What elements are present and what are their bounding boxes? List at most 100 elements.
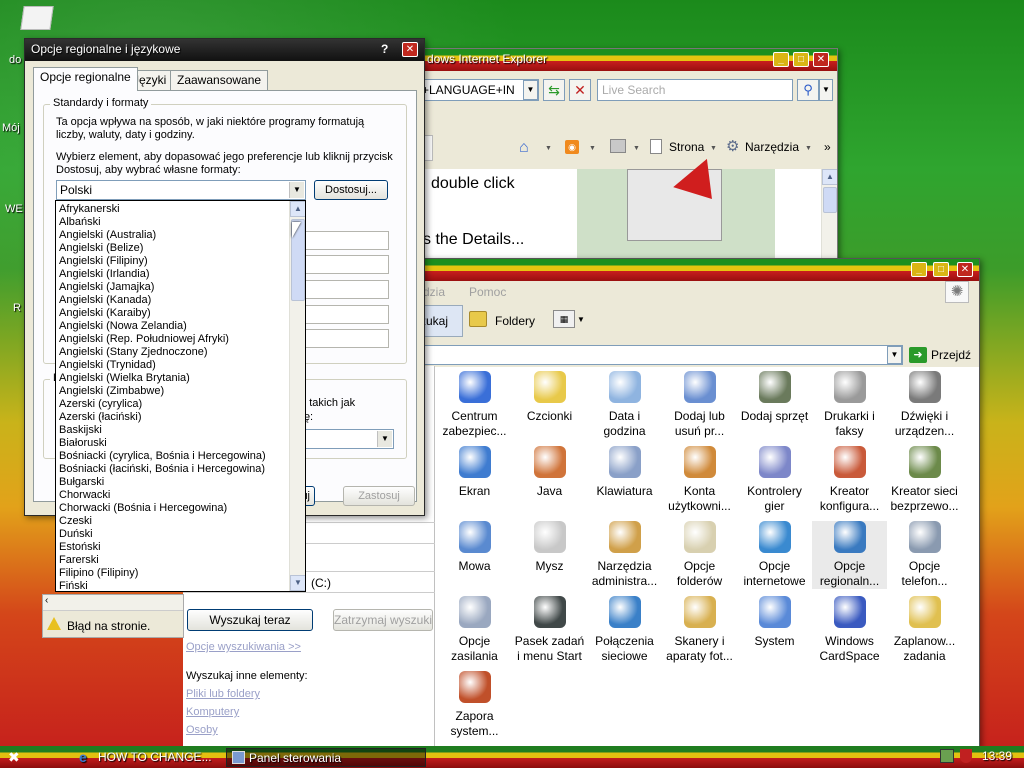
locale-option[interactable]: Angielski (Nowa Zelandia) xyxy=(56,320,290,333)
locale-option[interactable]: Angielski (Filipiny) xyxy=(56,255,290,268)
search-options-link[interactable]: Opcje wyszukiwania >> xyxy=(186,641,301,653)
tools-dropdown-icon[interactable]: ▼ xyxy=(805,145,812,152)
scroll-thumb[interactable] xyxy=(823,187,837,213)
search-button[interactable]: ⚲ xyxy=(797,79,819,101)
cp-item[interactable]: Klawiatura xyxy=(587,446,662,499)
locale-option[interactable]: Angielski (Zimbabwe) xyxy=(56,385,290,398)
locale-option[interactable]: Angielski (Karaiby) xyxy=(56,307,290,320)
help-button[interactable]: ? xyxy=(381,42,388,56)
refresh-button[interactable]: ⇆ xyxy=(543,79,565,101)
locale-option[interactable]: Azerski (cyrylica) xyxy=(56,398,290,411)
home-icon[interactable]: ⌂ xyxy=(519,139,529,157)
locale-option[interactable]: Angielski (Kanada) xyxy=(56,294,290,307)
cp-item[interactable]: Opcje folderów xyxy=(662,521,737,589)
cp-item[interactable]: Opcje internetowe xyxy=(737,521,812,589)
cp-item[interactable]: Zaplanow... zadania xyxy=(887,596,962,664)
cp-item[interactable]: Kreator sieci bezprzewo... xyxy=(887,446,962,514)
locale-option[interactable]: Farerski xyxy=(56,554,290,567)
cp-item[interactable]: Dodaj lub usuń pr... xyxy=(662,371,737,439)
start-button[interactable]: ✖ xyxy=(0,746,40,768)
locale-option[interactable]: Białoruski xyxy=(56,437,290,450)
cp-item[interactable]: Mowa xyxy=(437,521,512,574)
cp-address-bar[interactable] xyxy=(409,345,903,365)
page-menu-button[interactable]: Strona xyxy=(669,140,704,154)
locale-option[interactable]: Chorwacki (Bośnia i Hercegowina) xyxy=(56,502,290,515)
cp-minimize-button[interactable]: _ xyxy=(911,262,927,277)
search-options-dropdown[interactable]: ▼ xyxy=(819,79,833,101)
tray-network-icon[interactable] xyxy=(940,749,954,763)
apply-button[interactable]: Zastosuj xyxy=(343,486,415,506)
locale-option[interactable]: Angielski (Stany Zjednoczone) xyxy=(56,346,290,359)
customize-button[interactable]: Dostosuj... xyxy=(314,180,388,200)
cp-item[interactable]: Opcje zasilania xyxy=(437,596,512,664)
minimize-button[interactable]: _ xyxy=(773,52,789,67)
scroll-left-arrow[interactable]: ‹ xyxy=(45,595,48,606)
locale-option[interactable]: Estoński xyxy=(56,541,290,554)
cp-item[interactable]: Ekran xyxy=(437,446,512,499)
cp-item[interactable]: Zapora system... xyxy=(437,671,512,739)
tab-advanced[interactable]: Zaawansowane xyxy=(170,70,269,90)
cp-maximize-button[interactable]: □ xyxy=(933,262,949,277)
locale-option[interactable]: Filipino (Filipiny) xyxy=(56,567,290,580)
locale-option[interactable]: Angielski (Jamajka) xyxy=(56,281,290,294)
people-link[interactable]: Osoby xyxy=(186,724,218,736)
location-chevron-down-icon[interactable]: ▼ xyxy=(377,431,392,447)
cp-item[interactable]: Pasek zadań i menu Start xyxy=(512,596,587,664)
locale-option[interactable]: Bośniacki (łaciński, Bośnia i Hercegowin… xyxy=(56,463,290,476)
close-button[interactable]: ✕ xyxy=(813,52,829,67)
dialog-title-bar[interactable]: Opcje regionalne i językowe ? ✕ xyxy=(25,39,424,61)
locale-option[interactable]: Chorwacki xyxy=(56,489,290,502)
live-search-input[interactable]: Live Search xyxy=(597,79,793,101)
go-button[interactable]: Przejdź xyxy=(931,348,971,362)
cp-item[interactable]: Skanery i aparaty fot... xyxy=(662,596,737,664)
cp-item[interactable]: Kreator konfigura... xyxy=(812,446,887,514)
list-scroll-up-arrow[interactable]: ▲ xyxy=(290,201,305,217)
cp-item[interactable]: Opcje regionaln... xyxy=(812,521,887,589)
locale-option[interactable]: Azerski (łaciński) xyxy=(56,411,290,424)
cp-title-bar[interactable]: _ □ ✕ xyxy=(409,259,979,281)
tools-menu-button[interactable]: Narzędzia xyxy=(745,140,799,154)
address-bar[interactable]: E+LANGUAGE+IN xyxy=(411,79,539,101)
cp-item[interactable]: Kontrolery gier xyxy=(737,446,812,514)
menu-help[interactable]: Pomoc xyxy=(469,285,506,299)
cp-item[interactable]: Java xyxy=(512,446,587,499)
cp-item[interactable]: Połączenia sieciowe xyxy=(587,596,662,664)
locale-option[interactable]: Czeski xyxy=(56,515,290,528)
stop-button[interactable]: ✕ xyxy=(569,79,591,101)
chevron-down-icon[interactable]: ▼ xyxy=(289,182,304,198)
list-scroll-down-arrow[interactable]: ▼ xyxy=(290,575,305,591)
locale-option[interactable]: Bośniacki (cyrylica, Bośnia i Hercegowin… xyxy=(56,450,290,463)
cp-item[interactable]: System xyxy=(737,596,812,649)
locale-dropdown-list[interactable]: Afrykanerski Albański Angielski (Australia… xyxy=(55,200,306,592)
locale-option[interactable]: Baskijski xyxy=(56,424,290,437)
locale-option[interactable]: Bułgarski xyxy=(56,476,290,489)
cp-item[interactable]: Narzędzia administra... xyxy=(587,521,662,589)
files-folders-link[interactable]: Pliki lub foldery xyxy=(186,688,260,700)
cp-item[interactable]: Dodaj sprzęt xyxy=(737,371,812,424)
cp-item[interactable]: Data i godzina xyxy=(587,371,662,439)
scroll-up-arrow[interactable]: ▲ xyxy=(822,169,837,185)
stop-search-button[interactable]: Zatrzymaj wyszukiw xyxy=(333,609,433,631)
tab-regional-options[interactable]: Opcje regionalne xyxy=(33,67,138,91)
cp-item[interactable]: Konta użytkowni... xyxy=(662,446,737,514)
cp-address-dropdown-button[interactable]: ▼ xyxy=(887,346,902,364)
rss-feed-icon[interactable]: ◉ xyxy=(565,140,579,154)
locale-option[interactable]: Angielski (Australia) xyxy=(56,229,290,242)
cp-close-button[interactable]: ✕ xyxy=(957,262,973,277)
menu-edit[interactable]: dzia xyxy=(423,285,445,299)
cp-item[interactable]: Dźwięki i urządzen... xyxy=(887,371,962,439)
maximize-button[interactable]: □ xyxy=(793,52,809,67)
cp-item[interactable]: Opcje telefon... xyxy=(887,521,962,589)
views-icon[interactable]: ▦ xyxy=(553,310,575,328)
dialog-close-button[interactable]: ✕ xyxy=(402,42,418,57)
locale-option[interactable]: Angielski (Belize) xyxy=(56,242,290,255)
tray-clock[interactable]: 13:39 xyxy=(982,749,1012,763)
views-dropdown-icon[interactable]: ▼ xyxy=(577,315,585,324)
folders-button[interactable]: Foldery xyxy=(495,314,535,328)
status-horizontal-scrollbar[interactable]: ‹ xyxy=(43,595,183,611)
locale-option[interactable]: Afrykanerski xyxy=(56,203,290,216)
locale-option[interactable]: Fiński xyxy=(56,580,290,591)
go-arrow-icon[interactable]: ➜ xyxy=(909,347,927,363)
search-now-button[interactable]: Wyszukaj teraz xyxy=(187,609,313,631)
taskbar-item-control-panel[interactable]: Panel sterowania xyxy=(226,748,426,767)
